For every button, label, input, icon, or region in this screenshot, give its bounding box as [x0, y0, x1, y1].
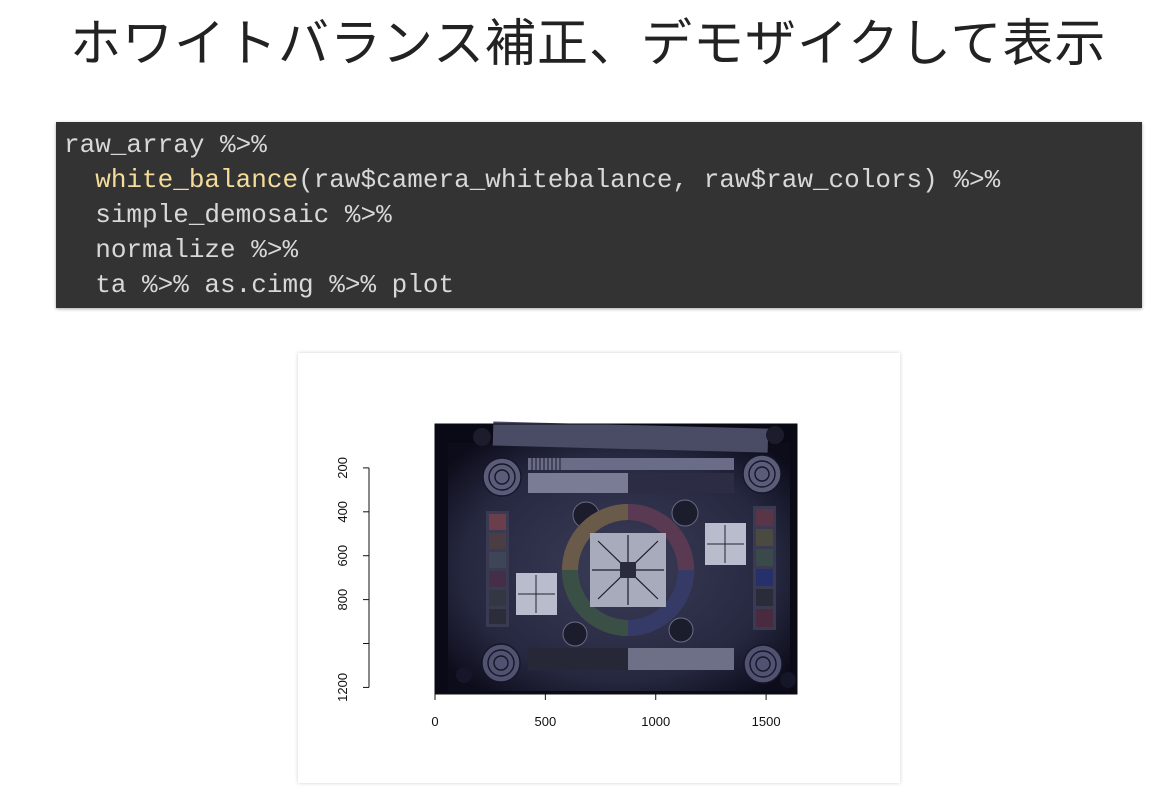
code-line: simple_demosaic %>% [64, 198, 1142, 233]
code-text: ta %>% as.cimg %>% plot [95, 270, 455, 300]
x-tick-label: 500 [535, 714, 557, 729]
x-tick-label: 0 [431, 714, 438, 729]
y-tick-label: 600 [335, 545, 350, 567]
code-text: simple_demosaic %>% [95, 200, 392, 230]
code-line: normalize %>% [64, 233, 1142, 268]
left-color-patches [486, 511, 509, 627]
code-function-name: white_balance [95, 165, 299, 195]
y-tick-label: 400 [335, 501, 350, 523]
right-color-patches [753, 506, 776, 630]
slide-title: ホワイトバランス補正、デモザイクして表示 [70, 15, 1107, 74]
x-tick-label: 1000 [641, 714, 670, 729]
y-tick-label: 200 [335, 457, 350, 479]
code-text: (raw$camera_whitebalance, raw$raw_colors… [298, 165, 1001, 195]
code-line: raw_array %>% [64, 128, 1142, 163]
code-text: normalize %>% [95, 235, 299, 265]
code-line: ta %>% as.cimg %>% plot [64, 268, 1142, 303]
code-text: raw_array %>% [64, 130, 267, 160]
y-tick-label: 800 [335, 589, 350, 611]
plot-panel: 0 500 1000 1500 200 400 600 800 1200 [298, 353, 900, 783]
y-tick-label: 1200 [335, 673, 350, 702]
code-line: white_balance(raw$camera_whitebalance, r… [64, 163, 1142, 198]
x-tick-label: 1500 [752, 714, 781, 729]
plot-svg: 0 500 1000 1500 200 400 600 800 1200 [335, 421, 798, 729]
code-block: raw_array %>% white_balance(raw$camera_w… [56, 122, 1142, 308]
raster-image [435, 421, 797, 694]
